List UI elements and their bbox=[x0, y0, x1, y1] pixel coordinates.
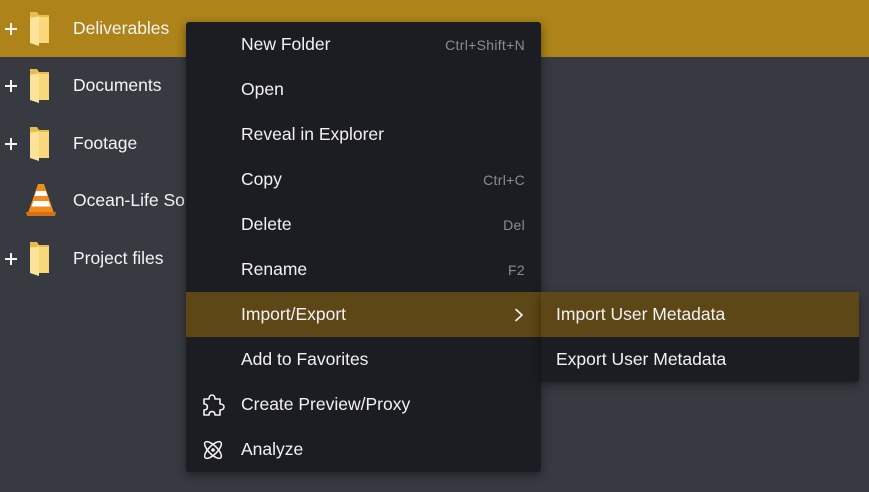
menu-item-label: Import User Metadata bbox=[556, 304, 726, 324]
expand-plus-icon[interactable] bbox=[3, 136, 19, 152]
atom-icon bbox=[203, 440, 223, 459]
tree-item-label: Footage bbox=[73, 133, 138, 153]
import-export-submenu: Import User Metadata Export User Metadat… bbox=[541, 292, 859, 382]
menu-item-label: Import/Export bbox=[241, 304, 347, 324]
menu-item-label: Add to Favorites bbox=[241, 349, 369, 369]
menu-item-label: Analyze bbox=[241, 439, 304, 459]
folder-icon bbox=[30, 127, 49, 161]
menu-item-rename[interactable]: Rename F2 bbox=[186, 247, 541, 292]
folder-icon bbox=[30, 69, 49, 103]
tree-item-label: Ocean-Life Sou bbox=[73, 190, 195, 210]
puzzle-piece-icon bbox=[203, 393, 225, 416]
menu-item-label: Export User Metadata bbox=[556, 349, 727, 369]
folder-icon bbox=[30, 242, 49, 276]
shortcut-label: Ctrl+Shift+N bbox=[445, 36, 525, 53]
menu-item-label: Copy bbox=[241, 169, 282, 189]
menu-item-label: Open bbox=[241, 79, 284, 99]
menu-item-label: Rename bbox=[241, 259, 308, 279]
context-menu: New Folder Ctrl+Shift+N Open Reveal in E… bbox=[186, 22, 541, 472]
menu-item-delete[interactable]: Delete Del bbox=[186, 202, 541, 247]
shortcut-label: Del bbox=[503, 216, 525, 233]
vlc-cone-icon bbox=[26, 184, 56, 216]
menu-item-copy[interactable]: Copy Ctrl+C bbox=[186, 157, 541, 202]
shortcut-label: Ctrl+C bbox=[483, 171, 525, 188]
menu-item-label: Create Preview/Proxy bbox=[241, 394, 411, 414]
expand-plus-icon[interactable] bbox=[3, 21, 19, 37]
menu-item-label: New Folder bbox=[241, 34, 331, 54]
menu-item-open[interactable]: Open bbox=[186, 67, 541, 112]
menu-item-create-preview-proxy[interactable]: Create Preview/Proxy bbox=[186, 382, 541, 427]
menu-item-reveal-in-explorer[interactable]: Reveal in Explorer bbox=[186, 112, 541, 157]
expand-plus-icon[interactable] bbox=[3, 78, 19, 94]
shortcut-label: F2 bbox=[508, 261, 525, 278]
expand-plus-icon[interactable] bbox=[3, 251, 19, 267]
tree-item-label: Deliverables bbox=[73, 18, 170, 38]
menu-item-add-to-favorites[interactable]: Add to Favorites bbox=[186, 337, 541, 382]
menu-item-new-folder[interactable]: New Folder Ctrl+Shift+N bbox=[186, 22, 541, 67]
menu-item-analyze[interactable]: Analyze bbox=[186, 427, 541, 472]
submenu-item-import-user-metadata[interactable]: Import User Metadata bbox=[541, 292, 859, 337]
chevron-right-icon bbox=[515, 308, 523, 321]
menu-item-label: Delete bbox=[241, 214, 292, 234]
tree-item-label: Documents bbox=[73, 75, 162, 95]
folder-icon bbox=[30, 12, 49, 46]
menu-item-label: Reveal in Explorer bbox=[241, 124, 384, 144]
tree-item-label: Project files bbox=[73, 248, 164, 268]
submenu-item-export-user-metadata[interactable]: Export User Metadata bbox=[541, 337, 859, 382]
menu-item-import-export[interactable]: Import/Export bbox=[186, 292, 541, 337]
